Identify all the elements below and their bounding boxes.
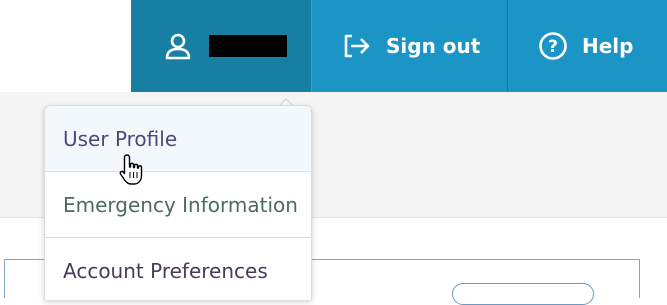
sign-out-icon xyxy=(342,31,372,61)
menu-item-label: Account Preferences xyxy=(63,259,268,283)
user-icon xyxy=(163,31,193,61)
sign-out-button[interactable]: Sign out xyxy=(311,0,507,92)
panel-button-partial[interactable] xyxy=(452,283,594,305)
menu-item-account-preferences[interactable]: Account Preferences xyxy=(45,238,311,300)
user-menu-button[interactable] xyxy=(131,0,311,92)
menu-item-label: Emergency Information xyxy=(63,192,298,217)
menu-item-emergency-information[interactable]: Emergency Information xyxy=(45,172,311,238)
user-dropdown-menu: User Profile Emergency Information Accou… xyxy=(44,105,312,300)
help-button[interactable]: ? Help xyxy=(507,0,667,92)
svg-text:?: ? xyxy=(548,37,558,57)
sign-out-label: Sign out xyxy=(386,34,481,58)
menu-item-user-profile[interactable]: User Profile xyxy=(45,106,311,172)
help-label: Help xyxy=(582,34,634,58)
header-blank-area xyxy=(0,0,131,92)
user-name-redacted xyxy=(209,35,287,57)
help-circle-icon: ? xyxy=(538,31,568,61)
menu-item-label: User Profile xyxy=(63,126,178,151)
